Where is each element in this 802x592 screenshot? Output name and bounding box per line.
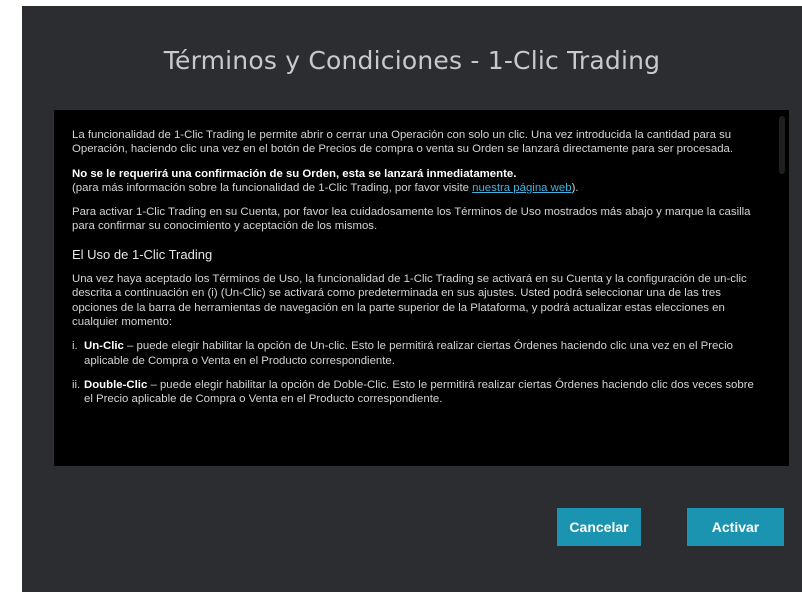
- dialog-title: Términos y Condiciones - 1-Clic Trading: [163, 46, 661, 75]
- terms-scrollbar[interactable]: [779, 116, 785, 174]
- list-item-un-clic: i. Un-Clic – puede elegir habilitar la o…: [72, 339, 762, 368]
- list-item-number: ii.: [72, 378, 81, 391]
- terms-content: La funcionalidad de 1-Clic Trading le pe…: [72, 128, 762, 416]
- terms-info-suffix: ).: [571, 181, 579, 194]
- list-item-name: Double-Clic: [84, 378, 148, 391]
- list-item-name: Un-Clic: [84, 340, 124, 353]
- list-item-body: Double-Clic – puede elegir habilitar la …: [84, 378, 762, 407]
- section-title: El Uso de 1-Clic Trading: [72, 246, 213, 262]
- cancel-button[interactable]: Cancelar: [557, 508, 641, 546]
- terms-paragraph-activate: Para activar 1-Clic Trading en su Cuenta…: [72, 206, 751, 233]
- terms-info-prefix: (para más información sobre la funcional…: [72, 181, 473, 194]
- list-item-body: Un-Clic – puede elegir habilitar la opci…: [84, 339, 762, 368]
- terms-warning-block: No se le requerirá una confirmación de s…: [72, 167, 762, 196]
- list-item-text: – puede elegir habilitar la opción de Do…: [84, 378, 754, 406]
- terms-warning-text: No se le requerirá una confirmación de s…: [72, 167, 517, 180]
- list-item-number: i.: [72, 340, 78, 353]
- terms-paragraph-usage: Una vez haya aceptado los Términos de Us…: [72, 273, 747, 328]
- terms-scroll-area[interactable]: La funcionalidad de 1-Clic Trading le pe…: [54, 110, 789, 466]
- list-item-double-clic: ii. Double-Clic – puede elegir habilitar…: [72, 378, 762, 407]
- list-item-text: – puede elegir habilitar la opción de Un…: [84, 340, 733, 367]
- activate-button[interactable]: Activar: [687, 508, 784, 546]
- terms-dialog: Términos y Condiciones - 1-Clic Trading …: [22, 6, 802, 592]
- website-link[interactable]: nuestra página web: [472, 182, 571, 194]
- terms-paragraph-intro: La funcionalidad de 1-Clic Trading le pe…: [72, 129, 734, 156]
